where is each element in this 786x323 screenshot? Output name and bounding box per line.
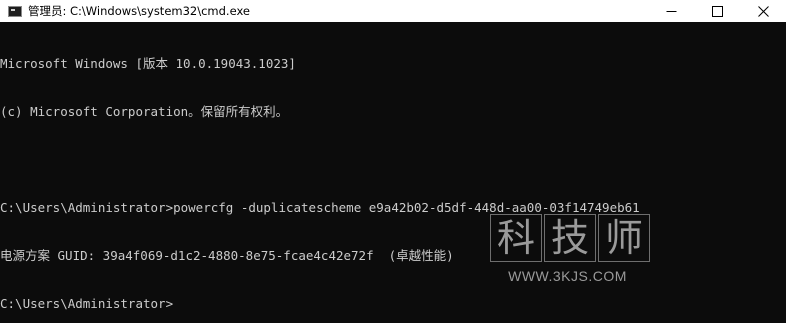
window-title: 管理员: C:\Windows\system32\cmd.exe — [28, 4, 250, 18]
console-line-version: Microsoft Windows [版本 10.0.19043.1023] — [0, 56, 296, 71]
console-line-prompt[interactable]: C:\Users\Administrator> — [0, 296, 786, 312]
maximize-button[interactable] — [694, 0, 740, 22]
maximize-icon — [711, 5, 723, 17]
window-controls — [648, 0, 786, 22]
console-line-copyright: (c) Microsoft Corporation。保留所有权利。 — [0, 104, 289, 119]
console-output[interactable]: Microsoft Windows [版本 10.0.19043.1023] (… — [0, 22, 786, 323]
console-line-command: C:\Users\Administrator>powercfg -duplica… — [0, 200, 640, 215]
close-icon — [757, 5, 769, 17]
console-icon[interactable] — [8, 5, 22, 17]
minimize-button[interactable] — [648, 0, 694, 22]
cmd-window: 管理员: C:\Windows\system32\cmd.exe Microso… — [0, 0, 786, 323]
close-button[interactable] — [740, 0, 786, 22]
title-bar[interactable]: 管理员: C:\Windows\system32\cmd.exe — [0, 0, 786, 22]
minimize-icon — [666, 10, 676, 12]
console-line-result: 电源方案 GUID: 39a4f069-d1c2-4880-8e75-fcae4… — [0, 248, 454, 263]
